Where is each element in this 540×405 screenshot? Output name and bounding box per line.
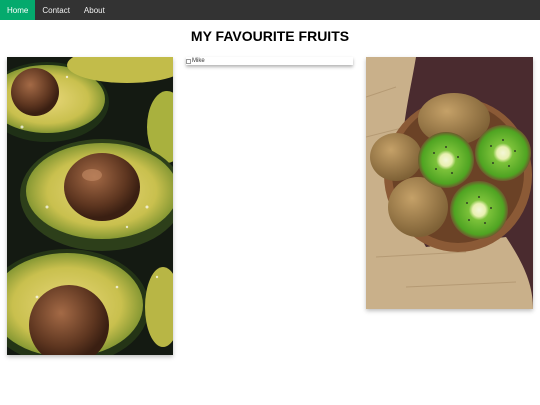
nav-link-contact[interactable]: Contact [35,0,77,20]
broken-image: Mike [186,57,353,65]
page-title: MY FAVOURITE FRUITS [190,28,350,44]
nav-link-about[interactable]: About [77,0,112,20]
kiwi-photo [366,57,533,309]
nav-link-home[interactable]: Home [0,0,36,20]
broken-image-icon [186,58,191,64]
top-navigation-bar: Home Contact About [0,0,540,20]
image-alt-text: Mike [192,58,205,64]
avocado-photo [7,57,173,355]
gallery-card-avocado [7,57,173,355]
gallery-card-broken: Mike [186,57,353,65]
gallery-card-kiwi [366,57,533,309]
